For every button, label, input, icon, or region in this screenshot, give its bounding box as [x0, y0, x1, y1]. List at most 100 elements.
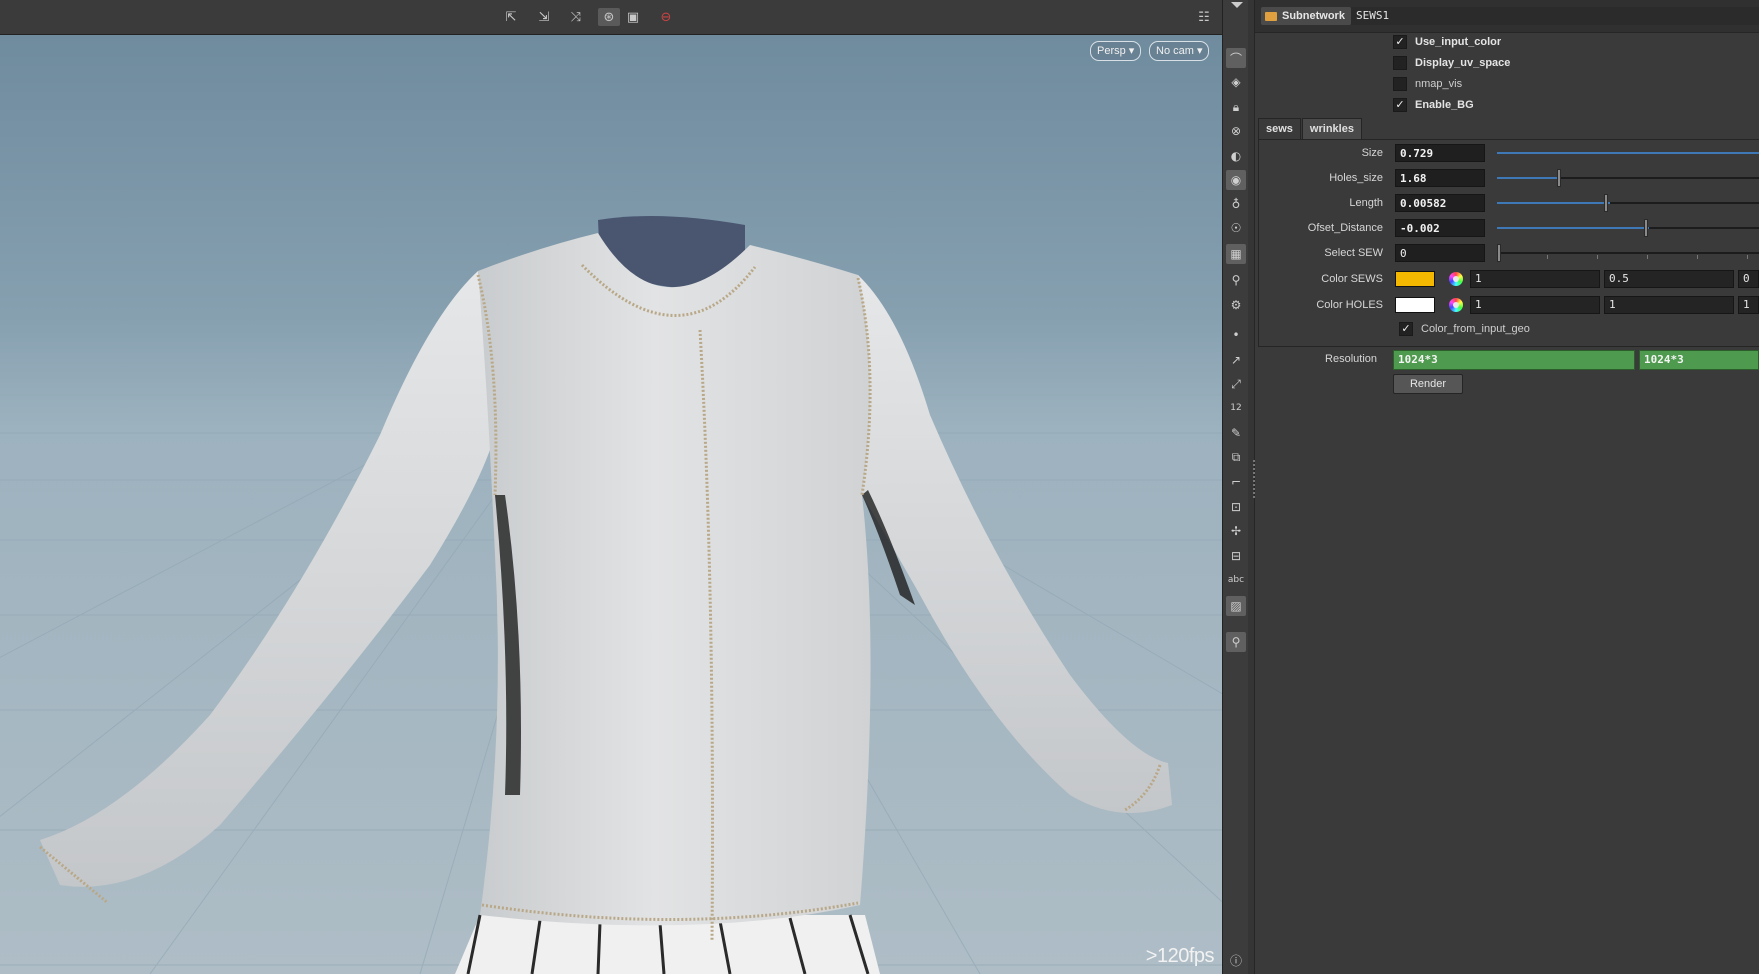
- shirt-body: [478, 233, 871, 926]
- viewport-side-toolbar: ⌒ ◈ 🔒︎ ⊗ ◐ ◉ ♁ ☉ ▦ ⚲ ⚙ • ↗ ⤢ 12 ✎ ⧉ ⌐ ⊡ …: [1222, 0, 1250, 974]
- shirt-left-sleeve: [40, 271, 495, 887]
- param-color-sews: Color SEWS 1 0.5 0: [1255, 269, 1759, 289]
- primitive-icon[interactable]: ⌐: [1226, 472, 1246, 492]
- text-icon[interactable]: abc: [1226, 570, 1246, 590]
- 3d-viewport[interactable]: Persp ▾ No cam ▾ >120fps: [0, 35, 1222, 974]
- color-holes-r-field[interactable]: 1: [1470, 296, 1600, 314]
- node-type-button[interactable]: Subnetwork: [1261, 7, 1351, 25]
- slider-handle[interactable]: [1604, 194, 1608, 212]
- slider-handle[interactable]: [1497, 244, 1501, 262]
- shading-icon[interactable]: ◐: [1226, 146, 1246, 166]
- length-field[interactable]: 0.00582: [1395, 194, 1485, 212]
- light-icon[interactable]: ◉: [1226, 170, 1246, 190]
- cam-select-button[interactable]: No cam ▾: [1149, 41, 1210, 61]
- camera-menu-button[interactable]: Persp ▾: [1090, 41, 1142, 61]
- length-slider[interactable]: [1497, 194, 1759, 212]
- holes-size-label: Holes_size: [1329, 172, 1383, 184]
- color-holes-g-field[interactable]: 1: [1604, 296, 1734, 314]
- collapse-arrow-icon[interactable]: [1231, 2, 1243, 8]
- display-icon[interactable]: ⌒: [1226, 48, 1246, 68]
- bulb-icon[interactable]: ♁: [1226, 194, 1246, 214]
- color-sews-b-field[interactable]: 0: [1738, 270, 1759, 288]
- holes-size-field[interactable]: 1.68: [1395, 169, 1485, 187]
- record-icon[interactable]: ⊖: [655, 8, 677, 26]
- display-options-icon[interactable]: ☷: [1193, 8, 1215, 26]
- snap-icon[interactable]: ⊛: [598, 8, 620, 26]
- paint-icon[interactable]: ✎: [1226, 423, 1246, 443]
- checkbox[interactable]: [1393, 77, 1407, 91]
- param-holes-size: Holes_size 1.68: [1255, 168, 1759, 188]
- vectors-icon[interactable]: ⤢: [1226, 374, 1246, 394]
- viewport-toolbar: ⇱ ⇲ ⤨ ⊛ ▣ ⊖ ☷: [0, 0, 1222, 35]
- param-select-sew: Select SEW 0: [1255, 243, 1759, 263]
- panel-header: Subnetwork SEWS1: [1255, 0, 1759, 33]
- checkbox[interactable]: ✓: [1399, 322, 1413, 336]
- points-icon[interactable]: •: [1226, 325, 1246, 345]
- slider-handle[interactable]: [1644, 219, 1648, 237]
- transform-icon[interactable]: ⤨: [565, 8, 587, 26]
- tab-sews[interactable]: sews: [1258, 118, 1301, 139]
- tab-bar: sews wrinkles: [1258, 118, 1363, 139]
- scene-render: [0, 216, 1222, 974]
- ofset-distance-field[interactable]: -0.002: [1395, 219, 1485, 237]
- pivot-icon[interactable]: ✢: [1226, 521, 1246, 541]
- subnetwork-icon: [1265, 11, 1277, 21]
- color-holes-label: Color HOLES: [1316, 299, 1383, 311]
- use-input-color-label: Use_input_color: [1415, 36, 1502, 48]
- ofset-distance-label: Ofset_Distance: [1307, 222, 1383, 234]
- node-name-field[interactable]: SEWS1: [1351, 7, 1759, 25]
- size-label: Size: [1361, 147, 1383, 159]
- color-wheel-icon[interactable]: [1449, 272, 1463, 286]
- enable-bg-toggle[interactable]: ✓ Enable_BG: [1393, 96, 1474, 114]
- slider-handle[interactable]: [1557, 169, 1561, 187]
- color-sews-r-field[interactable]: 1: [1470, 270, 1600, 288]
- numbers-icon[interactable]: 12: [1226, 398, 1246, 418]
- bounding-box-icon[interactable]: ⊡: [1226, 497, 1246, 517]
- size-field[interactable]: 0.729: [1395, 144, 1485, 162]
- color-wheel-icon[interactable]: [1449, 298, 1463, 312]
- tab-wrinkles[interactable]: wrinkles: [1301, 118, 1362, 139]
- color-sews-g-field[interactable]: 0.5: [1604, 270, 1734, 288]
- select-icon[interactable]: ⇱: [500, 8, 522, 26]
- ghost-icon[interactable]: ⊗: [1226, 121, 1246, 141]
- background-icon[interactable]: ▦: [1226, 244, 1246, 264]
- param-resolution: Resolution 1024*3 1024*3: [1255, 349, 1759, 370]
- grid-icon[interactable]: ⊟: [1226, 546, 1246, 566]
- handles-icon[interactable]: ⚙: [1226, 295, 1246, 315]
- color-sews-label: Color SEWS: [1321, 273, 1383, 285]
- size-slider[interactable]: [1497, 152, 1759, 154]
- select-sew-field[interactable]: 0: [1395, 244, 1485, 262]
- headlight-icon[interactable]: ☉: [1226, 218, 1246, 238]
- use-input-color-toggle[interactable]: ✓ Use_input_color: [1393, 33, 1501, 51]
- uv-icon[interactable]: ⧉: [1226, 447, 1246, 467]
- resolution-field-1[interactable]: 1024*3: [1393, 350, 1635, 370]
- color-from-input-geo-toggle[interactable]: ✓ Color_from_input_geo: [1399, 320, 1530, 338]
- color-sews-swatch[interactable]: [1395, 271, 1435, 287]
- pin-icon[interactable]: ⚲: [1226, 632, 1246, 652]
- ofset-distance-slider[interactable]: [1497, 219, 1759, 237]
- param-size: Size 0.729: [1255, 143, 1759, 163]
- normals-icon[interactable]: ↗: [1226, 350, 1246, 370]
- parameter-panel: Subnetwork SEWS1 ✓ Use_input_color Displ…: [1255, 0, 1759, 974]
- move-icon[interactable]: ⇲: [533, 8, 555, 26]
- nmap-vis-toggle[interactable]: nmap_vis: [1393, 75, 1462, 93]
- image-icon[interactable]: ▨: [1226, 596, 1246, 616]
- bones-icon[interactable]: ⚲: [1226, 270, 1246, 290]
- color-holes-b-field[interactable]: 1: [1738, 296, 1759, 314]
- lock-icon[interactable]: 🔒︎: [1226, 97, 1246, 117]
- checkbox[interactable]: ✓: [1393, 98, 1407, 112]
- param-ofset-distance: Ofset_Distance -0.002: [1255, 218, 1759, 238]
- info-icon[interactable]: ⓘ: [1226, 950, 1246, 970]
- length-label: Length: [1349, 197, 1383, 209]
- display-uv-space-toggle[interactable]: Display_uv_space: [1393, 54, 1510, 72]
- geometry-icon[interactable]: ◈: [1226, 72, 1246, 92]
- checkbox[interactable]: ✓: [1393, 35, 1407, 49]
- color-holes-swatch[interactable]: [1395, 297, 1435, 313]
- resolution-field-2[interactable]: 1024*3: [1639, 350, 1759, 370]
- camera-view-icon[interactable]: ▣: [622, 8, 644, 26]
- checkbox[interactable]: [1393, 56, 1407, 70]
- select-sew-slider[interactable]: [1497, 244, 1759, 262]
- render-button[interactable]: Render: [1393, 374, 1463, 394]
- holes-size-slider[interactable]: [1497, 169, 1759, 187]
- select-sew-label: Select SEW: [1324, 247, 1383, 259]
